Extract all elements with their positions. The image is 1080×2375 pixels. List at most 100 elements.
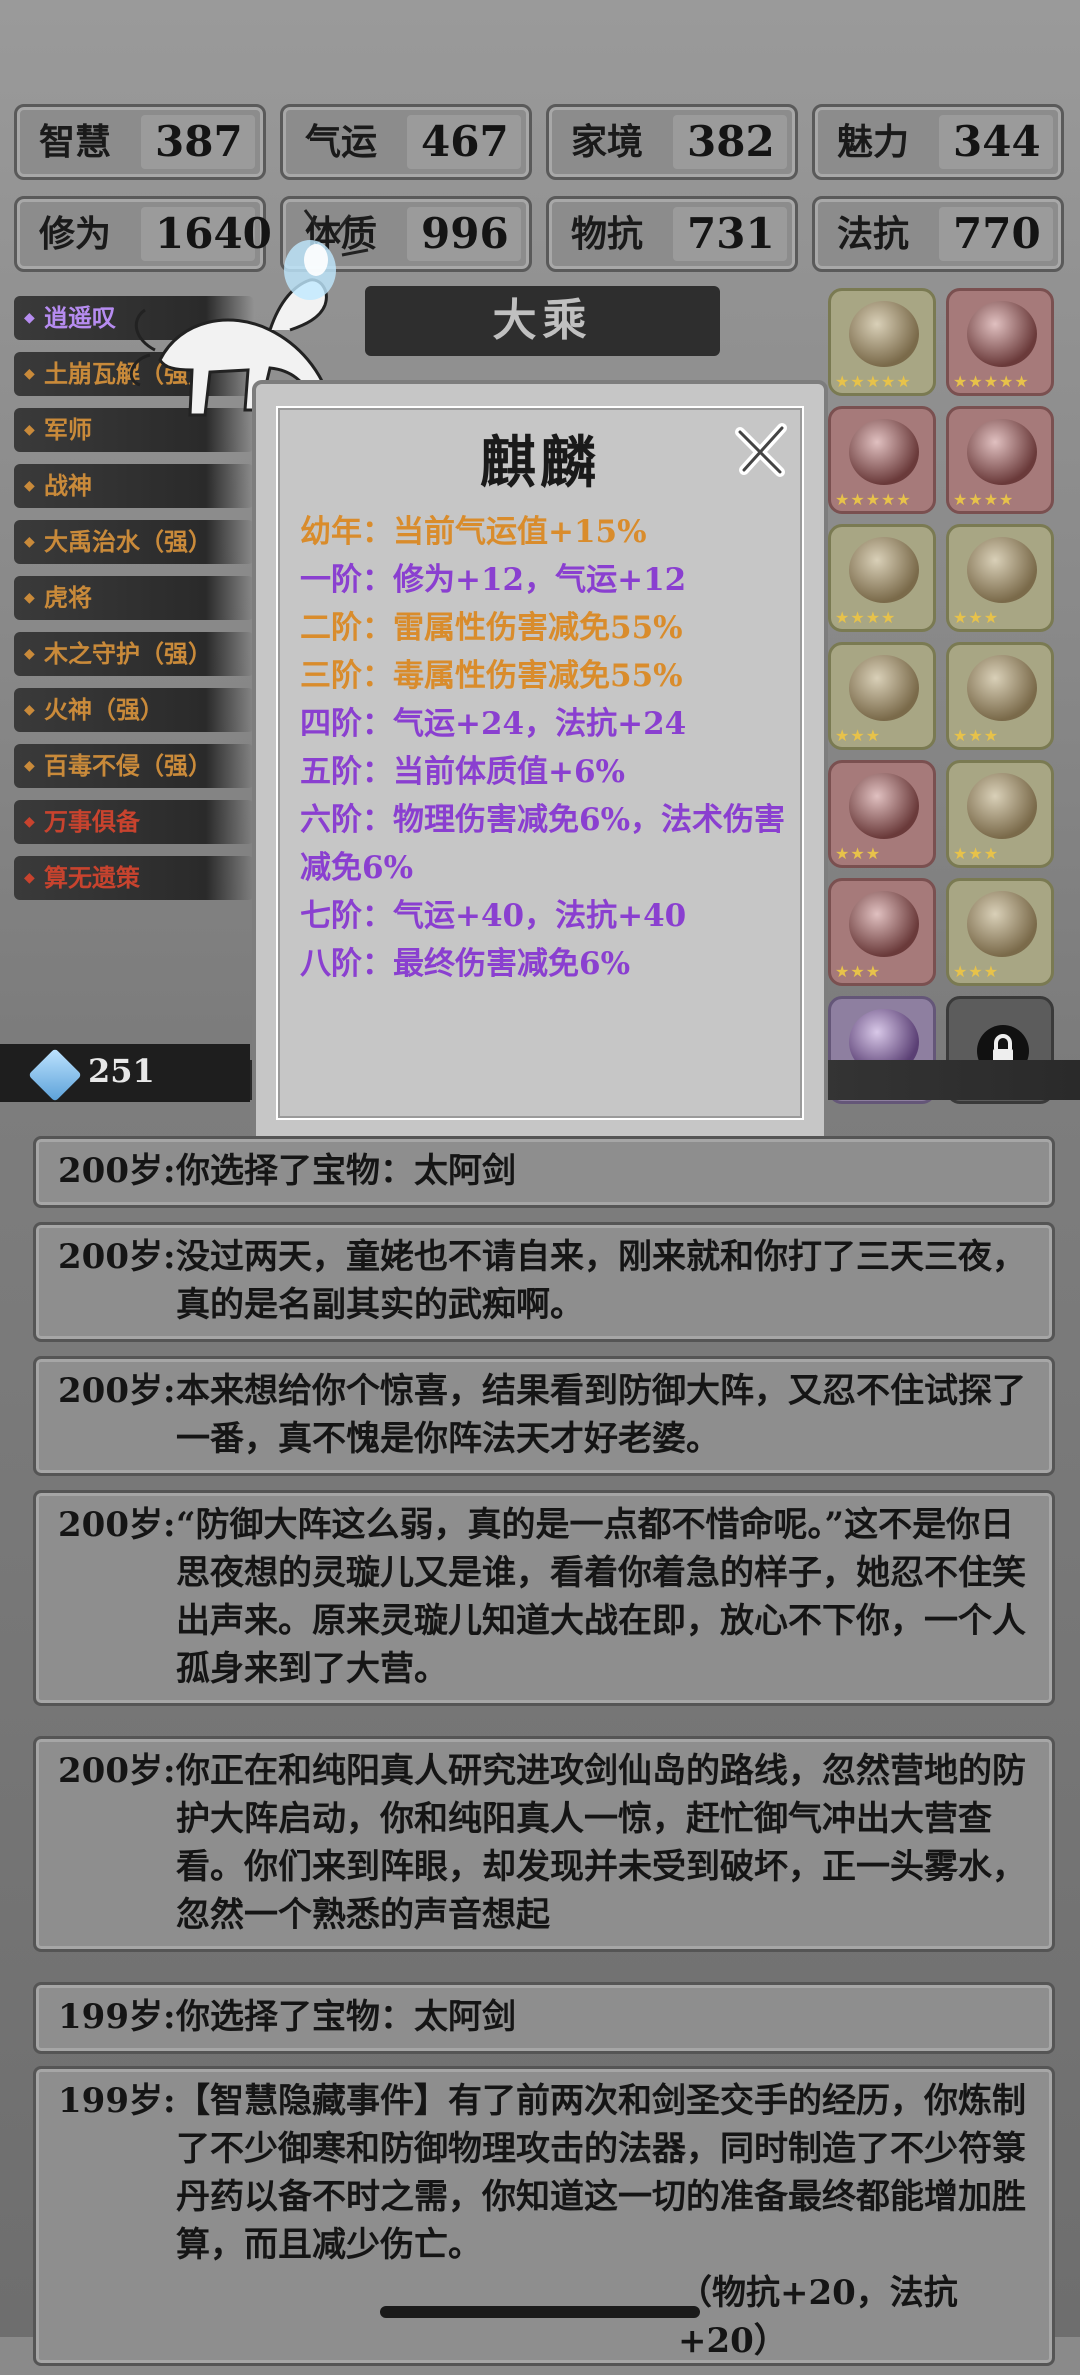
sword-icon bbox=[967, 301, 1037, 367]
scroll-key-icon bbox=[849, 301, 919, 367]
effect-line: 八阶：最终伤害减免6% bbox=[300, 946, 631, 982]
stat-value: 467 bbox=[407, 115, 521, 169]
trait-tag[interactable]: 火神（强） bbox=[14, 688, 254, 732]
star-rating: ★★★ bbox=[953, 844, 1000, 863]
item-slot-scroll[interactable]: ★★★ bbox=[946, 524, 1054, 632]
star-rating: ★★★ bbox=[953, 962, 1000, 981]
close-icon[interactable] bbox=[730, 418, 794, 482]
item-slot-scroll-key[interactable]: ★★★★★ bbox=[828, 288, 936, 396]
stat-label: 魅力 bbox=[825, 115, 949, 169]
stat-physical-resist[interactable]: 物抗 731 bbox=[546, 196, 798, 272]
stat-value: 996 bbox=[407, 207, 521, 261]
item-slot-cauldron[interactable]: ★★★ bbox=[828, 642, 936, 750]
log-age: 199岁: bbox=[58, 2081, 176, 2121]
star-rating: ★★★★★ bbox=[835, 490, 912, 509]
cauldron-icon bbox=[849, 655, 919, 721]
stat-wisdom[interactable]: 智慧 387 bbox=[14, 104, 266, 180]
mirror-icon bbox=[849, 891, 919, 957]
log-text: 你正在和纯阳真人研究进攻剑仙岛的路线，忽然营地的防护大阵启动，你和纯阳真人一惊，… bbox=[176, 1751, 1026, 1935]
log-text: 你选择了宝物：太阿剑 bbox=[176, 1151, 516, 1191]
log-entry: 200岁: “防御大阵这么弱，真的是一点都不惜命呢。”这不是你日思夜想的灵璇儿又是… bbox=[33, 1490, 1055, 1706]
stat-label: 气运 bbox=[293, 115, 417, 169]
realm-label: 大乘 bbox=[492, 295, 593, 346]
item-slot-fan[interactable]: ★★★ bbox=[946, 760, 1054, 868]
log-age: 200岁: bbox=[58, 1237, 176, 1277]
log-entry: 200岁: 本来想给你个惊喜，结果看到防御大阵，又忍不住试探了一番，真不愧是你阵法… bbox=[33, 1356, 1055, 1476]
stat-charm[interactable]: 魅力 344 bbox=[812, 104, 1064, 180]
trait-tag[interactable]: 百毒不侵（强） bbox=[14, 744, 254, 788]
log-text: 本来想给你个惊喜，结果看到防御大阵，又忍不住试探了一番，真不愧是你阵法天才好老婆… bbox=[176, 1371, 1026, 1459]
effect-line: 三阶：毒属性伤害减免55% bbox=[300, 658, 683, 694]
star-rating: ★★★ bbox=[835, 962, 882, 981]
star-rating: ★★★★★ bbox=[953, 372, 1030, 391]
stat-luck[interactable]: 气运 467 bbox=[280, 104, 532, 180]
log-text: 没过两天，童姥也不请自来，刚来就和你打了三天三夜，真的是名副其实的武痴啊。 bbox=[176, 1237, 1026, 1325]
stat-label: 智慧 bbox=[27, 115, 151, 169]
trait-tag[interactable]: 万事俱备 bbox=[14, 800, 254, 844]
log-entry: 200岁: 你选择了宝物：太阿剑 bbox=[33, 1136, 1055, 1208]
star-rating: ★★★★ bbox=[953, 490, 1015, 509]
stat-value: 387 bbox=[141, 115, 255, 169]
log-age: 200岁: bbox=[58, 1371, 176, 1411]
star-rating: ★★★ bbox=[953, 726, 1000, 745]
item-slot-crystal[interactable]: ★★★ bbox=[946, 642, 1054, 750]
star-rating: ★★★★★ bbox=[835, 372, 912, 391]
log-entry: 199岁: 你选择了宝物：太阿剑 bbox=[33, 1982, 1055, 2054]
stat-family[interactable]: 家境 382 bbox=[546, 104, 798, 180]
realm-banner: 大乘 bbox=[365, 286, 720, 356]
log-entry: 200岁: 没过两天，童姥也不请自来，刚来就和你打了三天三夜，真的是名副其实的武痴… bbox=[33, 1222, 1055, 1342]
trait-tag[interactable]: 大禹治水（强） bbox=[14, 520, 254, 564]
item-slot-gauntlet[interactable]: ★★★★ bbox=[828, 524, 936, 632]
stat-magic-resist[interactable]: 法抗 770 bbox=[812, 196, 1064, 272]
home-indicator bbox=[380, 2306, 700, 2318]
stat-value: 344 bbox=[939, 115, 1053, 169]
stat-label: 物抗 bbox=[559, 207, 683, 261]
effect-line: 五阶：当前体质值+6% bbox=[300, 754, 625, 790]
log-text: 【智慧隐藏事件】有了前两次和剑圣交手的经历，你炼制了不少御寒和防御物理攻击的法器… bbox=[176, 2081, 1026, 2265]
gauntlet-icon bbox=[849, 537, 919, 603]
item-slot-spear[interactable]: ★★★★ bbox=[946, 406, 1054, 514]
log-age: 200岁: bbox=[58, 1751, 176, 1791]
trait-tag[interactable]: 木之守护（强） bbox=[14, 632, 254, 676]
item-slot-axe[interactable]: ★★★ bbox=[828, 760, 936, 868]
effect-line: 六阶：物理伤害减免6%，法术伤害减免6% bbox=[300, 802, 786, 886]
pouch-icon bbox=[849, 419, 919, 485]
currency-value: 251 bbox=[88, 1052, 155, 1090]
item-slot-pouch[interactable]: ★★★★★ bbox=[828, 406, 936, 514]
log-age: 199岁: bbox=[58, 1997, 176, 2037]
star-rating: ★★★ bbox=[835, 844, 882, 863]
trait-tag[interactable]: 战神 bbox=[14, 464, 254, 508]
modal-effects: 幼年：当前气运值+15% 一阶：修为+12，气运+12 二阶：雷属性伤害减免55… bbox=[300, 508, 800, 988]
stat-label: 法抗 bbox=[825, 207, 949, 261]
log-entry: 199岁: 【智慧隐藏事件】有了前两次和剑圣交手的经历，你炼制了不少御寒和防御物理… bbox=[33, 2066, 1055, 2366]
log-age: 200岁: bbox=[58, 1505, 176, 1545]
effect-line: 一阶：修为+12，气运+12 bbox=[300, 562, 687, 598]
log-entry: 200岁: 你正在和纯阳真人研究进攻剑仙岛的路线，忽然营地的防护大阵启动，你和纯阳… bbox=[33, 1736, 1055, 1952]
stat-value: 382 bbox=[673, 115, 787, 169]
item-slot-mirror[interactable]: ★★★ bbox=[828, 878, 936, 986]
star-rating: ★★★ bbox=[835, 726, 882, 745]
item-slot-teapot[interactable]: ★★★ bbox=[946, 878, 1054, 986]
pet-detail-modal: 麒麟 幼年：当前气运值+15% 一阶：修为+12，气运+12 二阶：雷属性伤害减… bbox=[252, 380, 828, 1146]
log-text: 你选择了宝物：太阿剑 bbox=[176, 1997, 516, 2037]
trait-tag[interactable]: 算无遗策 bbox=[14, 856, 254, 900]
fan-icon bbox=[967, 773, 1037, 839]
teapot-icon bbox=[967, 891, 1037, 957]
trait-tag[interactable]: 虎将 bbox=[14, 576, 254, 620]
log-text: “防御大阵这么弱，真的是一点都不惜命呢。”这不是你日思夜想的灵璇儿又是谁，看着你… bbox=[176, 1505, 1026, 1689]
stat-label: 家境 bbox=[559, 115, 683, 169]
scroll-icon bbox=[967, 537, 1037, 603]
axe-icon bbox=[849, 773, 919, 839]
effect-line: 七阶：气运+40，法抗+40 bbox=[300, 898, 687, 934]
effect-line: 幼年：当前气运值+15% bbox=[300, 514, 647, 550]
effect-line: 四阶：气运+24，法抗+24 bbox=[300, 706, 687, 742]
stat-value: 731 bbox=[673, 207, 787, 261]
spear-icon bbox=[967, 419, 1037, 485]
log-age: 200岁: bbox=[58, 1151, 176, 1191]
crystal-icon bbox=[967, 655, 1037, 721]
star-rating: ★★★★ bbox=[835, 608, 897, 627]
star-rating: ★★★ bbox=[953, 608, 1000, 627]
stat-value: 770 bbox=[939, 207, 1053, 261]
effect-line: 二阶：雷属性伤害减免55% bbox=[300, 610, 683, 646]
item-slot-sword[interactable]: ★★★★★ bbox=[946, 288, 1054, 396]
